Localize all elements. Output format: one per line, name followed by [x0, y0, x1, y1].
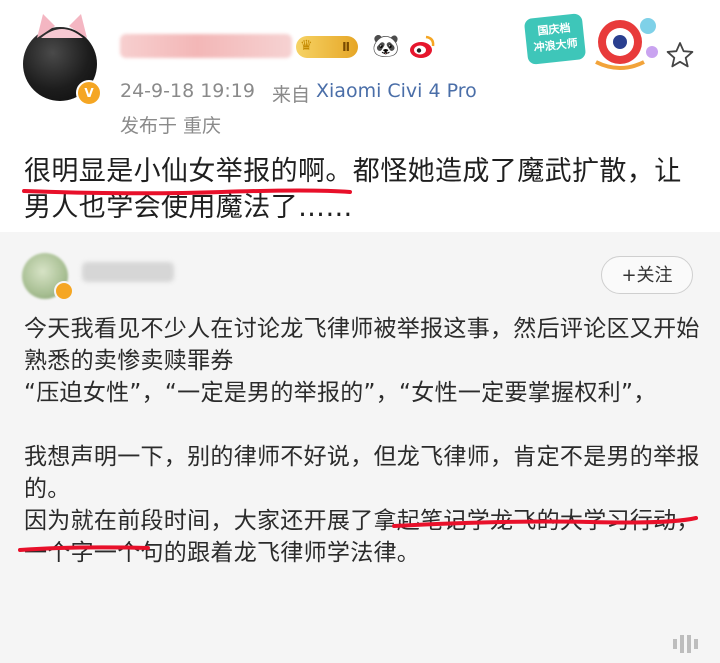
panda-icon: 🐼 [372, 34, 400, 59]
festival-sticker[interactable]: 国庆档 冲浪大师 [523, 12, 664, 72]
star-favorite-icon[interactable] [665, 40, 695, 70]
verified-badge-icon: V [76, 80, 102, 106]
pink-cat-ears-icon [37, 14, 87, 38]
post-location: 发布于 重庆 [120, 115, 222, 137]
quoted-verified-badge-icon [54, 281, 74, 301]
fullscreen-icon[interactable] [672, 633, 700, 655]
post-time: 24-9-18 19:19 [120, 80, 255, 102]
source-prefix: 来自 [272, 84, 311, 106]
quoted-paragraph-1: 今天我看见不少人在讨论龙飞律师被举报这事，然后评论区又开始熟悉的卖惨卖赎罪券 [24, 316, 700, 374]
crown-icon: ♛ [300, 38, 313, 54]
red-underline-mark [18, 545, 150, 552]
quoted-paragraph-4: 我想声明一下，别的律师不好说，但龙飞律师，肯定不是男的举报的。 [24, 444, 700, 502]
weibo-logo-icon [410, 35, 435, 58]
red-underline-mark [22, 188, 352, 196]
quoted-username-blurred[interactable] [82, 262, 174, 282]
quoted-paragraph-2: “压迫女性”，“一定是男的举报的”，“女性一定要掌握权利”， [24, 380, 657, 406]
device-link[interactable]: Xiaomi Civi 4 Pro [316, 80, 477, 102]
follow-button[interactable]: +关注 [601, 256, 693, 294]
author-username-blurred[interactable] [120, 34, 292, 58]
mascot-rocket-icon [595, 18, 658, 70]
red-underline-mark [392, 516, 698, 528]
